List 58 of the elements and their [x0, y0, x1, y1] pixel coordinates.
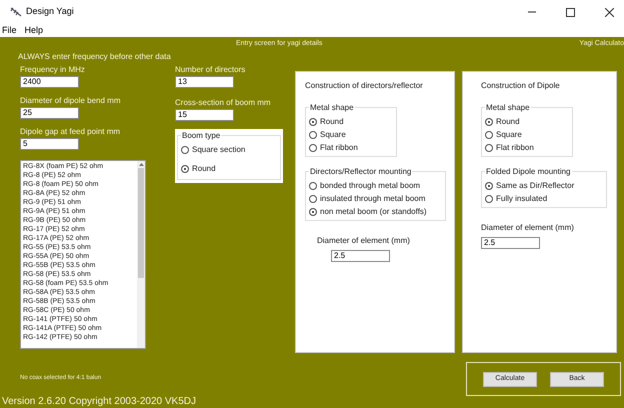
radio-button[interactable] — [309, 118, 317, 126]
diameter-input[interactable]: 2.5 — [331, 250, 390, 262]
field-label: Diameter of element (mm) — [481, 222, 575, 234]
version-text: Version 2.6.20 Copyright 2003-2020 VK5DJ — [2, 396, 196, 408]
group-title: Directors/Reflector mounting — [309, 167, 412, 176]
group-title: Metal shape — [309, 103, 355, 112]
radio-button[interactable] — [485, 130, 493, 138]
radio-button[interactable] — [309, 130, 317, 138]
group-title: Folded Dipole mounting — [485, 167, 572, 176]
maximize-icon[interactable] — [566, 8, 575, 16]
input-field[interactable]: 25 — [20, 107, 79, 119]
radio-button[interactable] — [485, 118, 493, 126]
radio-button[interactable] — [485, 144, 493, 152]
radio-button[interactable] — [309, 144, 317, 152]
field-label: Dipole gap at feed point mm — [20, 127, 122, 137]
radio-label[interactable]: insulated through metal boom — [320, 192, 426, 205]
antenna-icon — [10, 7, 22, 17]
radio-button[interactable] — [309, 208, 317, 216]
notice-text: ALWAYS enter frequency before other data — [18, 52, 171, 62]
panel-title: Construction of Dipole — [481, 80, 561, 92]
input-field[interactable]: 5 — [20, 138, 79, 150]
radio-label[interactable]: non metal boom (or standoffs) — [320, 205, 427, 218]
menu-item[interactable]: Help — [24, 24, 44, 38]
radio-button[interactable] — [309, 194, 317, 202]
field-label: Diameter of element (mm) — [317, 235, 411, 247]
field-label: Frequency in MHz — [20, 65, 86, 75]
coax-listbox[interactable] — [20, 160, 146, 349]
scroll-up-icon[interactable] — [138, 163, 144, 166]
radio-label[interactable]: Square section — [192, 143, 246, 156]
radio-label[interactable]: Flat ribbon — [320, 141, 358, 154]
input-field[interactable]: 13 — [175, 76, 234, 88]
input-field[interactable]: 15 — [175, 109, 234, 121]
radio-label[interactable]: Square — [496, 128, 522, 141]
radio-label[interactable]: bonded through metal boom — [320, 179, 420, 192]
radio-button[interactable] — [485, 194, 493, 202]
radio-label[interactable]: Round — [192, 162, 216, 175]
radio-label[interactable]: Same as Dir/Reflector — [496, 179, 574, 192]
radio-button[interactable] — [485, 182, 493, 190]
input-field[interactable]: 2400 — [20, 76, 79, 88]
diameter-input[interactable]: 2.5 — [481, 237, 540, 249]
radio-label[interactable]: Square — [320, 128, 346, 141]
field-label: Cross-section of boom mm — [175, 98, 272, 108]
field-label: Diameter of dipole bend mm — [20, 96, 122, 106]
menu-item[interactable]: File — [2, 24, 17, 38]
radio-label[interactable]: Round — [320, 115, 344, 128]
radio-button[interactable] — [181, 164, 189, 172]
group-title: Metal shape — [485, 103, 531, 112]
window-title: Design Yagi — [26, 5, 74, 18]
radio-label[interactable]: Fully insulated — [496, 192, 548, 205]
field-label: Number of directors — [175, 65, 246, 75]
radio-button[interactable] — [309, 182, 317, 190]
panel-title: Construction of directors/reflector — [305, 80, 424, 92]
group-title: Boom type — [181, 131, 222, 140]
radio-button[interactable] — [181, 146, 189, 154]
radio-label[interactable]: Flat ribbon — [496, 141, 534, 154]
scrollbar[interactable] — [137, 161, 145, 348]
close-icon[interactable] — [605, 8, 614, 16]
radio-label[interactable]: Round — [496, 115, 520, 128]
